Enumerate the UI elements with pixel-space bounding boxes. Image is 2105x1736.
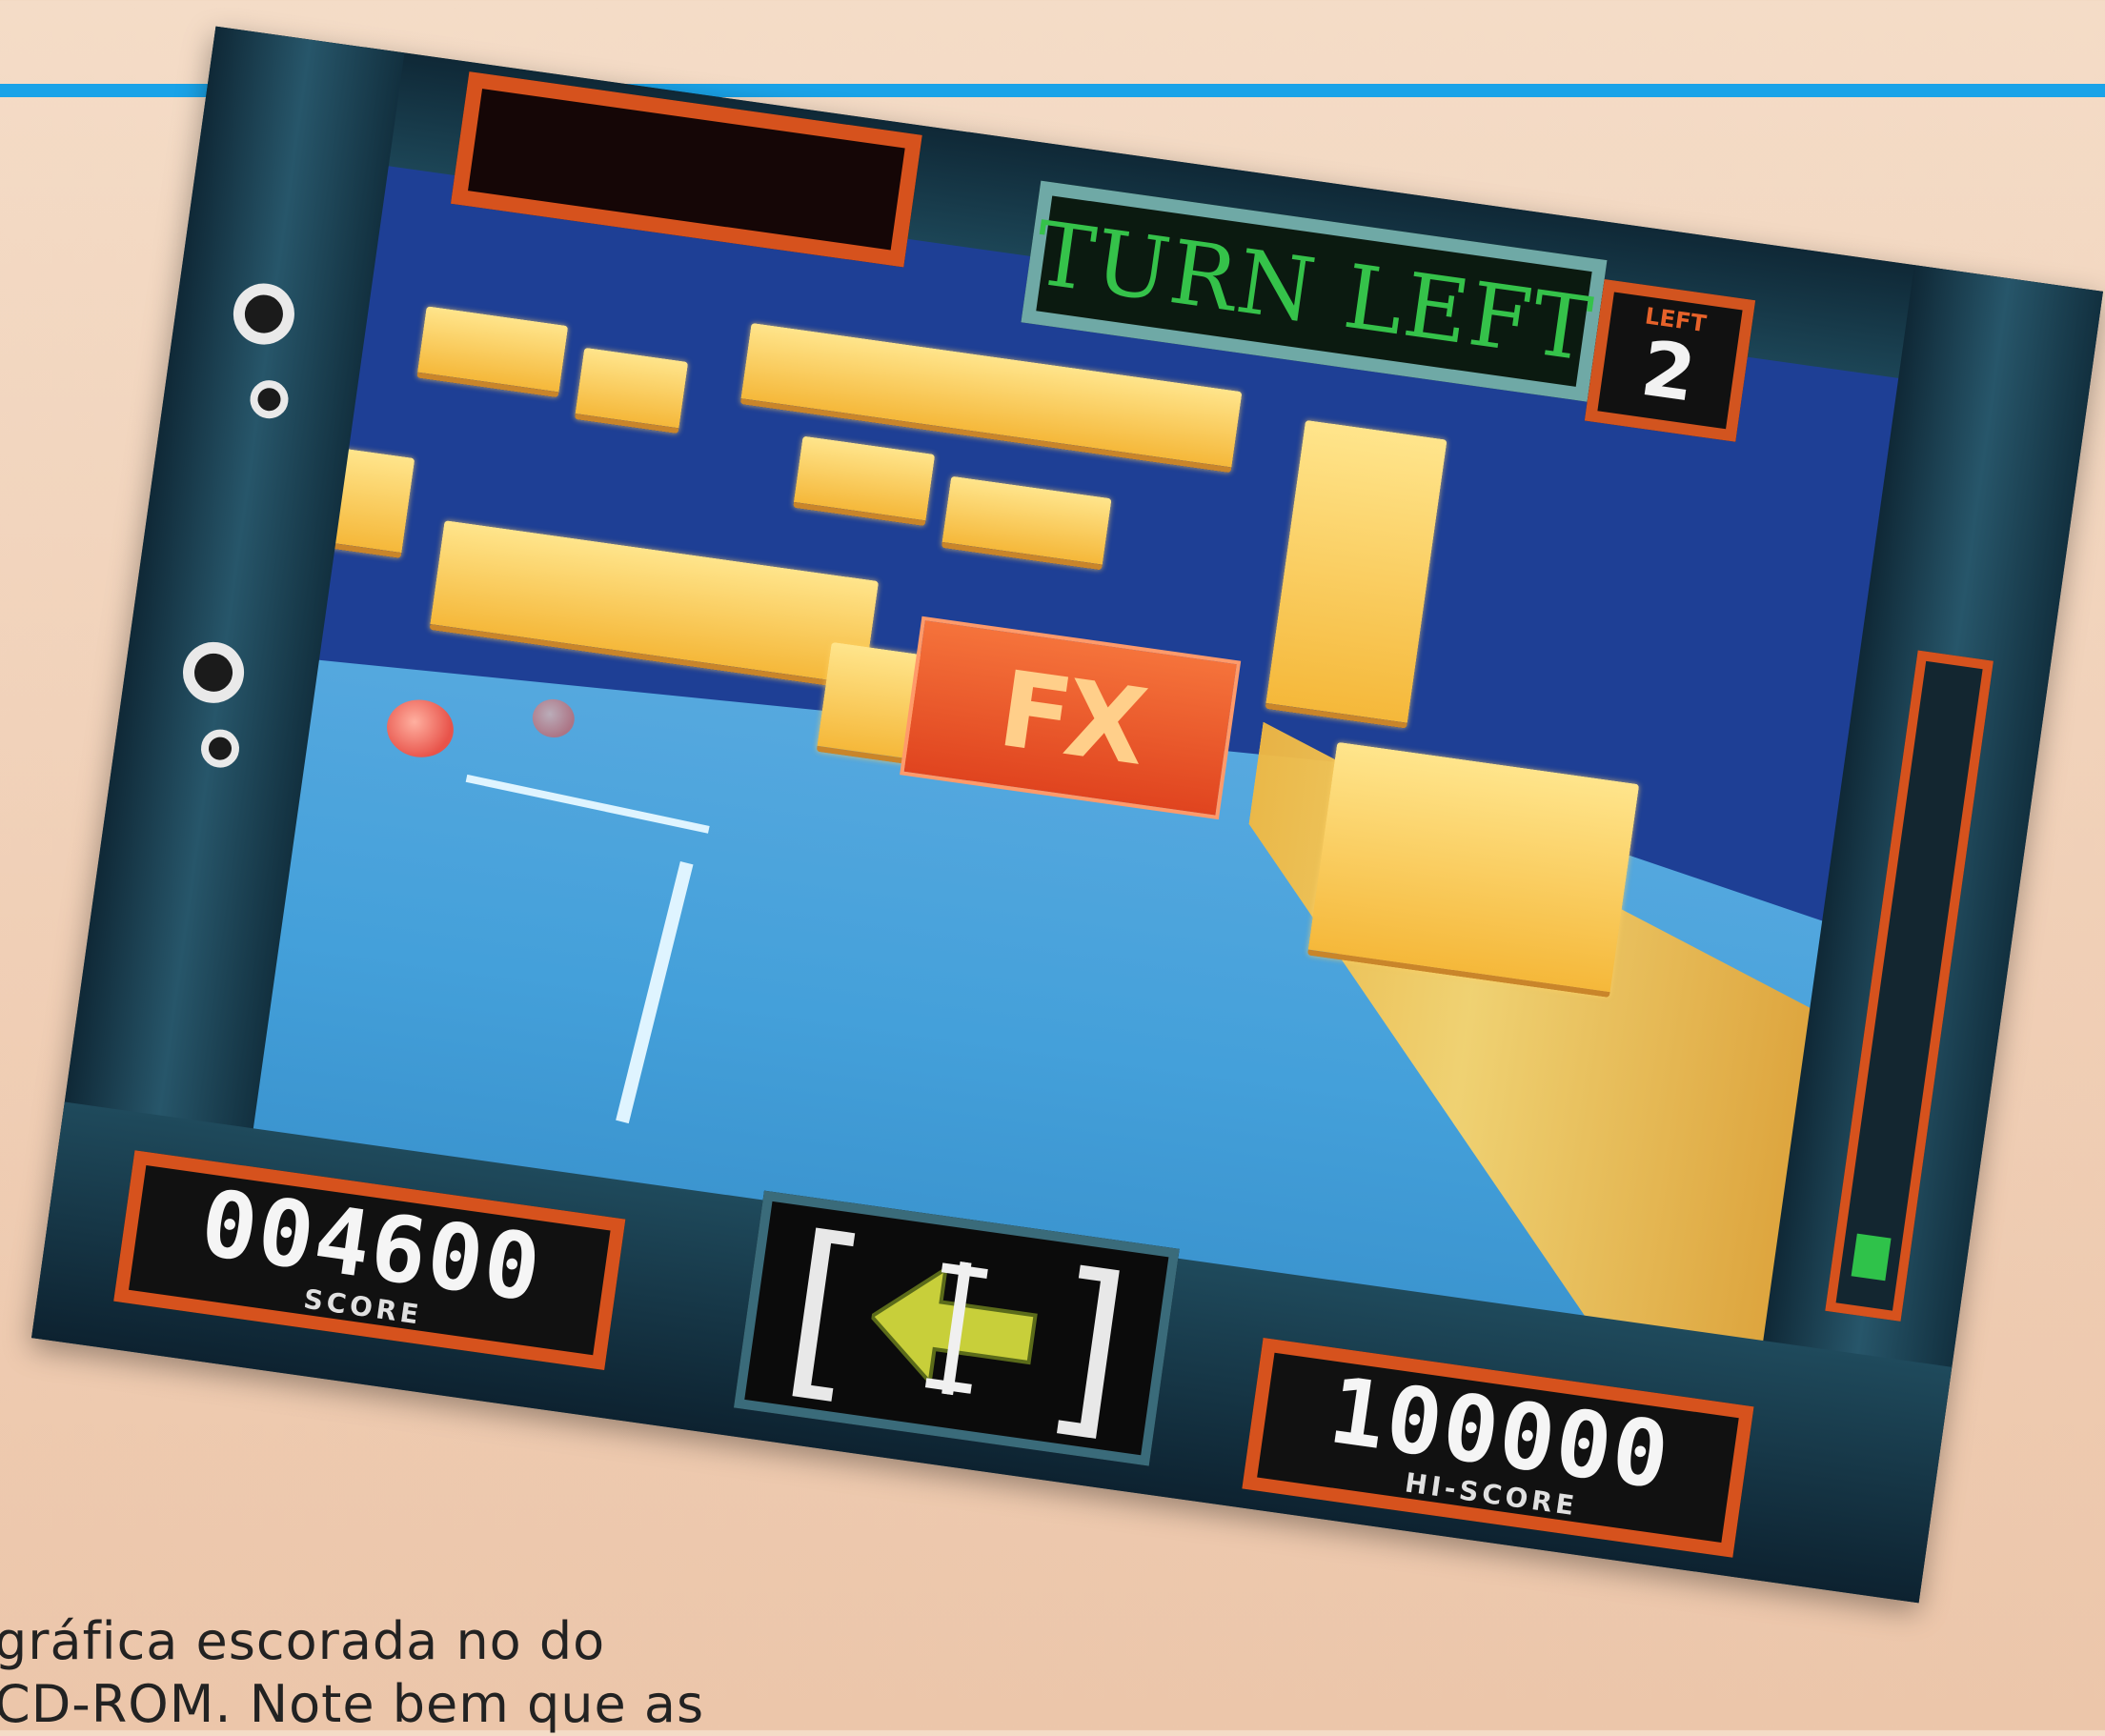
ring-icon [198, 727, 242, 771]
right-bracket: ] [1035, 1231, 1141, 1462]
ring-icon [229, 279, 299, 349]
ring-icon [247, 377, 292, 421]
left-arrow-icon [868, 1261, 1038, 1396]
ring-icon [178, 637, 249, 707]
floating-block [1265, 419, 1447, 729]
article-caption: gráfica escorada no do CD-ROM. Note bem … [0, 1610, 852, 1736]
lives-value: 2 [1635, 323, 1701, 419]
floating-block [793, 435, 936, 527]
lives-counter: LEFT 2 [1584, 278, 1756, 442]
caption-line: gráfica escorada no do [0, 1611, 606, 1671]
floating-block [941, 475, 1112, 571]
fuel-gauge-fill [1851, 1233, 1892, 1282]
caption-line: CD-ROM. Note bem que as [0, 1674, 705, 1734]
floating-block [1306, 741, 1640, 999]
floating-block [574, 347, 689, 434]
left-bracket: [ [773, 1194, 879, 1425]
fuel-gauge [1825, 650, 1994, 1322]
game-screen: FX TURN LEFT LEFT 2 004600 SCORE [] 100… [31, 26, 2103, 1604]
barrier-block [429, 520, 880, 691]
floating-block [416, 306, 569, 398]
